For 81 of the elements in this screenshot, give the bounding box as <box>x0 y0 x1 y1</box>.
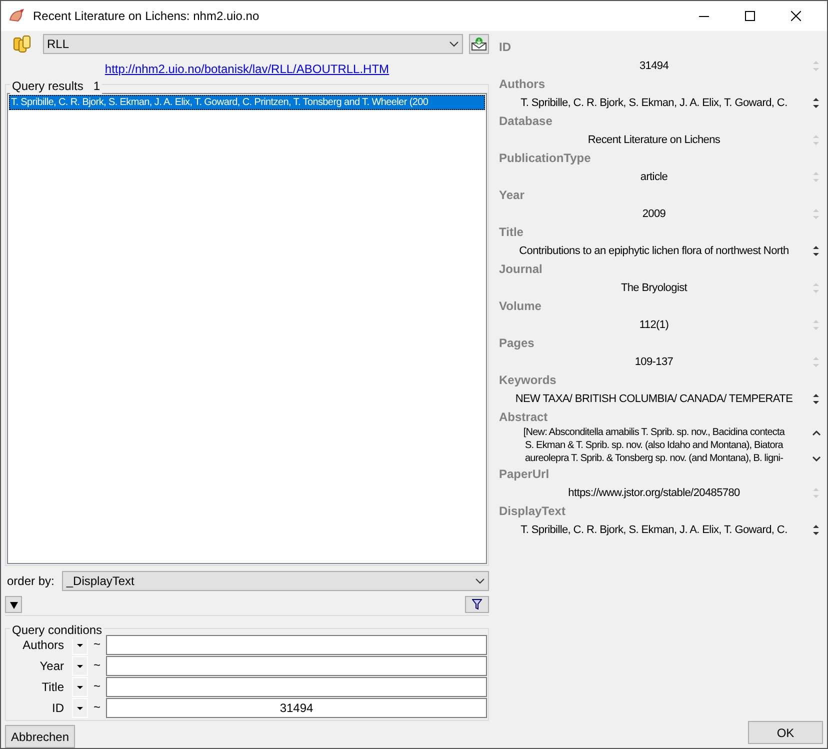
condition-label: Year <box>38 658 65 675</box>
field-label: PaperUrl <box>499 466 550 483</box>
field-label: Journal <box>499 261 544 278</box>
shell-icon <box>9 8 25 24</box>
operator-symbol: ~ <box>92 636 102 653</box>
field-value: article <box>639 170 669 185</box>
field-value: 31494 <box>638 59 670 74</box>
field-label: Title <box>499 224 524 241</box>
database-icon <box>13 35 31 53</box>
spinner-arrows-icon <box>813 97 819 109</box>
spinner-arrows-icon <box>813 487 819 499</box>
condition-input[interactable] <box>106 635 487 655</box>
field-value: Contributions to an epiphytic lichen flora of northwest North <box>518 244 790 259</box>
filter-button[interactable] <box>465 596 489 613</box>
triangle-down-icon <box>77 686 83 688</box>
triangle-down-icon <box>77 706 83 710</box>
field-value: The Bryologist <box>620 281 688 296</box>
triangle-down-icon <box>10 600 18 608</box>
spinner-arrows-icon <box>813 208 819 220</box>
operator-symbol: ~ <box>92 699 102 716</box>
close-icon <box>791 11 801 21</box>
spinner-arrows-icon <box>813 524 819 536</box>
spinner-arrows-icon <box>813 171 819 183</box>
filter-icon <box>472 599 482 610</box>
triangle-down-icon <box>77 664 83 668</box>
cancel-button[interactable]: Abbrechen <box>5 725 75 748</box>
abstract-text: [New: Absconditella amabilis T. Sprib. sp. nov., Bacidina contecta S. Ekman & T. Sprib. sp. nov. (also Idaho and Montana), Biatora aureolepra T. Sprib. & Tonsberg sp. nov. (and Montana), B. ligni- <box>522 426 786 466</box>
chevron-down-icon[interactable] <box>812 456 820 462</box>
condition-input[interactable] <box>106 677 487 697</box>
field-label: Database <box>499 113 554 130</box>
field-value: T. Spribille, C. R. Bjork, S. Ekman, J. A. Elix, T. Goward, C. <box>520 96 788 111</box>
order-by-label: order by: <box>7 573 54 590</box>
field-label: Year <box>499 187 526 204</box>
field-value: 109-137 <box>634 355 674 370</box>
spinner-arrows-icon <box>813 60 819 72</box>
operator-symbol: ~ <box>92 657 102 674</box>
field-value: 112(1) <box>638 318 670 333</box>
operator-symbol: ~ <box>92 678 102 695</box>
chevron-down-icon <box>449 41 459 47</box>
field-label: Pages <box>499 335 536 352</box>
condition-label: Authors <box>22 637 65 654</box>
triangle-down-icon <box>77 644 83 646</box>
spinner-arrows-icon <box>813 319 819 331</box>
field-value: Recent Literature on Lichens <box>586 133 722 148</box>
field-label: PublicationType <box>499 150 592 167</box>
result-row[interactable]: T. Spribille, C. R. Bjork, S. Ekman, J. A. Elix, T. Goward, C. Printzen, T. Tonsberg and T. Wheeler (200 <box>9 95 485 110</box>
condition-label: Title <box>40 679 65 696</box>
spinner-arrows-icon <box>813 282 819 294</box>
window-title: Recent Literature on Lichens: nhm2.uio.no <box>33 8 260 25</box>
about-link[interactable]: http://nhm2.uio.no/botanisk/lav/RLL/ABOUTRLL.HTM <box>104 60 390 76</box>
expand-button[interactable] <box>5 596 22 613</box>
condition-input[interactable]: 31494 <box>106 698 487 718</box>
ok-button[interactable]: OK <box>748 721 823 744</box>
chevron-down-icon <box>475 578 485 584</box>
field-label: Authors <box>499 76 546 93</box>
database-dropdown[interactable]: RLL <box>43 34 463 54</box>
field-label: Abstract <box>499 409 549 426</box>
chevron-up-icon[interactable] <box>812 430 820 436</box>
field-label: Keywords <box>499 372 558 389</box>
envelope-icon <box>471 37 487 51</box>
operator-dropdown-button[interactable] <box>72 698 88 718</box>
spinner-arrows-icon <box>813 356 819 368</box>
field-value: https://www.jstor.org/stable/20485780 <box>567 486 741 501</box>
condition-input[interactable] <box>106 656 487 676</box>
envelope-download-button[interactable] <box>469 34 489 54</box>
field-label: ID <box>499 39 512 56</box>
order-by-dropdown[interactable]: _DisplayText <box>62 571 489 591</box>
field-value: T. Spribille, C. R. Bjork, S. Ekman, J. A. Elix, T. Goward, C. <box>520 523 788 538</box>
query-results-label: Query results <box>12 78 84 95</box>
spinner-arrows-icon <box>813 245 819 257</box>
spinner-arrows-icon <box>813 393 819 405</box>
spinner-arrows-icon <box>813 134 819 146</box>
result-count: 1 <box>93 78 100 95</box>
field-value: 2009 <box>641 207 667 222</box>
maximize-icon <box>745 11 755 21</box>
operator-dropdown-button[interactable] <box>72 677 88 697</box>
field-value: NEW TAXA/ BRITISH COLUMBIA/ CANADA/ TEMPERATE <box>514 392 794 407</box>
condition-label: ID <box>51 700 65 717</box>
field-label: DisplayText <box>499 503 566 520</box>
field-label: Volume <box>499 298 542 315</box>
operator-dropdown-button[interactable] <box>72 656 88 676</box>
